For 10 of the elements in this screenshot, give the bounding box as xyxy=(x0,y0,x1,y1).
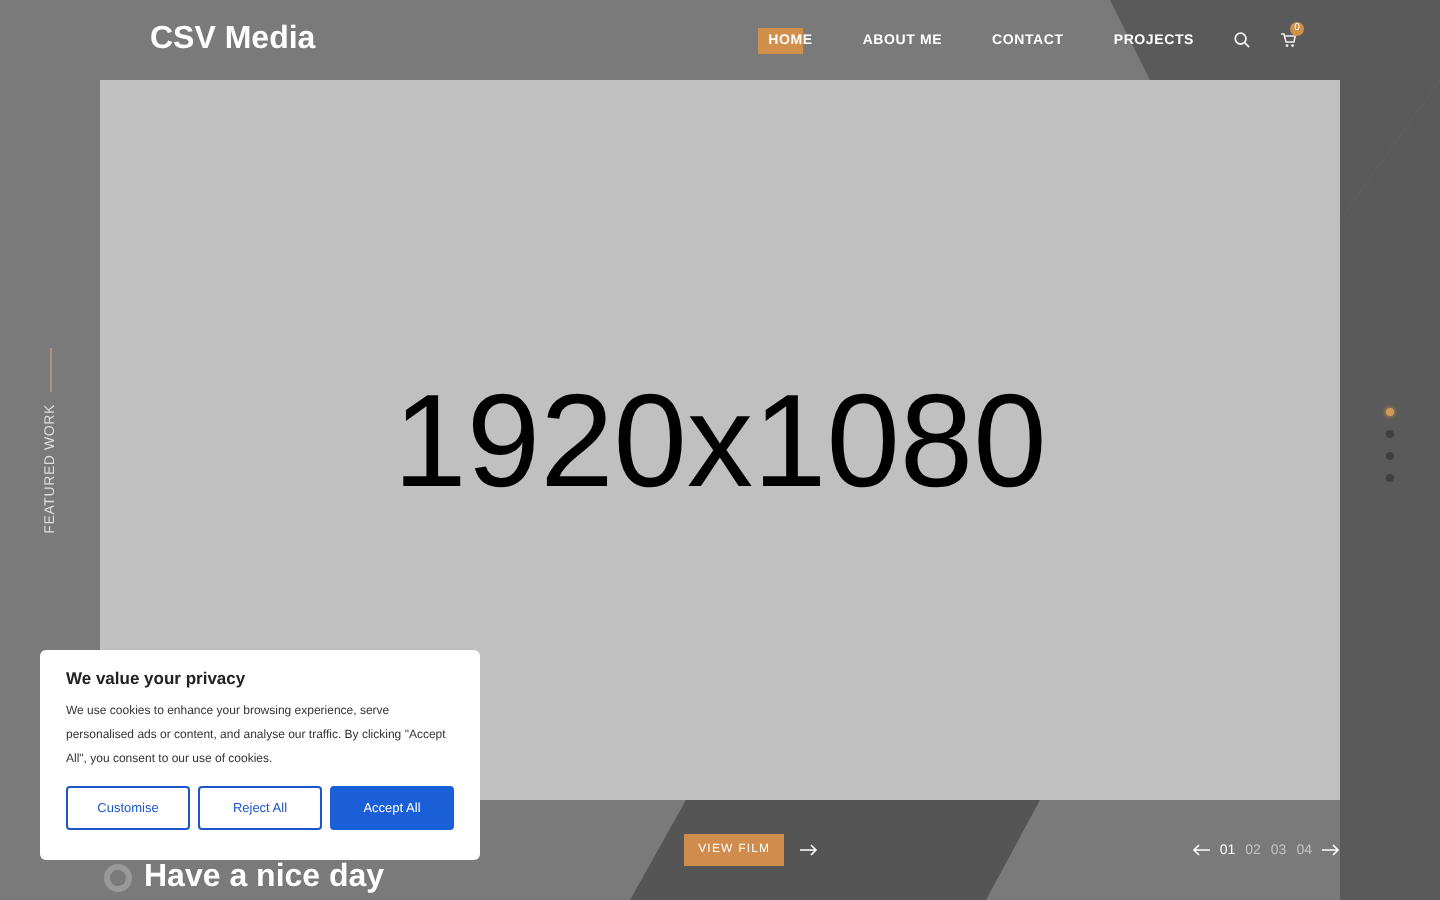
arrow-right-icon[interactable] xyxy=(800,844,819,856)
tagline: Have a nice day xyxy=(144,860,385,896)
cart-icon[interactable] xyxy=(1280,32,1296,48)
slide-dot[interactable] xyxy=(1386,407,1394,415)
site-logo[interactable]: CSV Media xyxy=(150,22,316,58)
arrow-left-icon[interactable] xyxy=(1191,844,1210,856)
search-icon[interactable] xyxy=(1234,32,1250,48)
placeholder-text: 1920x1080 xyxy=(393,364,1047,516)
arrow-right-icon[interactable] xyxy=(1322,844,1340,856)
cookie-title: We value your privacy xyxy=(66,668,248,688)
